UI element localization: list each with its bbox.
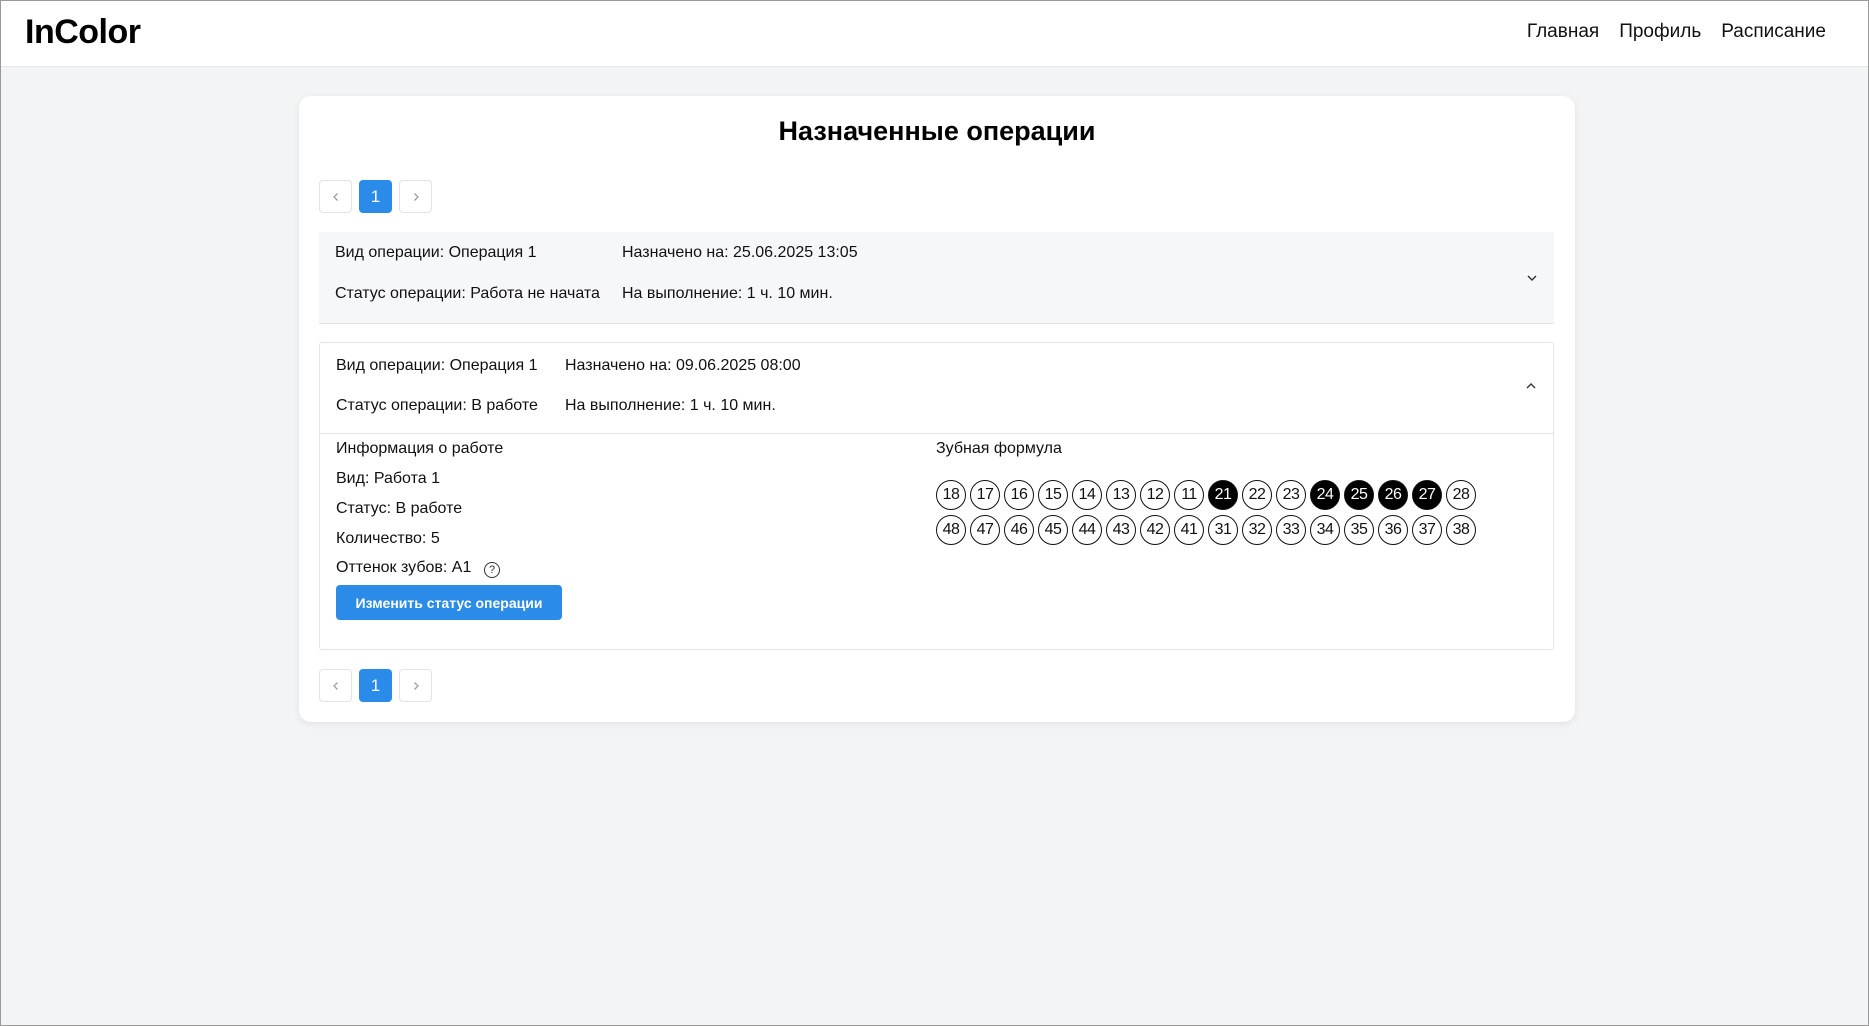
tooth-17[interactable]: 17 (970, 480, 1000, 510)
tooth-35[interactable]: 35 (1344, 515, 1374, 545)
tooth-23[interactable]: 23 (1276, 480, 1306, 510)
top-header: InColor Главная Профиль Расписание (1, 1, 1868, 67)
chevron-down-icon[interactable] (1526, 272, 1538, 284)
tooth-46[interactable]: 46 (1004, 515, 1034, 545)
chevron-right-icon (413, 192, 419, 201)
operation-type: Вид операции: Операция 1 (336, 357, 538, 374)
change-status-button[interactable]: Изменить статус операции (336, 585, 562, 620)
operation-status: Статус операции: Работа не начата (335, 285, 600, 302)
chevron-left-icon (332, 681, 338, 690)
tooth-43[interactable]: 43 (1106, 515, 1136, 545)
operation-row-expanded[interactable]: Вид операции: Операция 1 Назначено на: 0… (319, 342, 1554, 650)
operation-duration: На выполнение: 1 ч. 10 мин. (622, 285, 833, 302)
tooth-18[interactable]: 18 (936, 480, 966, 510)
prev-page-button[interactable] (319, 669, 352, 702)
work-status: Статус: В работе (336, 500, 463, 517)
app-logo[interactable]: InColor (25, 13, 141, 52)
upper-teeth-row: 18 17 16 15 14 13 12 11 21 22 23 24 25 26 27 28 (936, 480, 1476, 510)
tooth-31[interactable]: 31 (1208, 515, 1238, 545)
tooth-24[interactable]: 24 (1310, 480, 1340, 510)
nav-profile-link[interactable]: Профиль (1619, 21, 1701, 43)
nav-home-link[interactable]: Главная (1527, 21, 1599, 43)
operations-card: Назначенные операции 1 Вид операции: Опе… (299, 96, 1575, 722)
tooth-16[interactable]: 16 (1004, 480, 1034, 510)
work-quantity: Количество: 5 (336, 530, 440, 547)
pagination-top: 1 (319, 180, 432, 213)
nav-schedule-link[interactable]: Расписание (1721, 21, 1826, 43)
tooth-14[interactable]: 14 (1072, 480, 1102, 510)
page-1-button[interactable]: 1 (359, 669, 392, 702)
tooth-34[interactable]: 34 (1310, 515, 1340, 545)
tooth-36[interactable]: 36 (1378, 515, 1408, 545)
tooth-12[interactable]: 12 (1140, 480, 1170, 510)
dental-formula-title: Зубная формула (936, 440, 1062, 457)
chevron-right-icon (413, 681, 419, 690)
tooth-32[interactable]: 32 (1242, 515, 1272, 545)
tooth-37[interactable]: 37 (1412, 515, 1442, 545)
tooth-38[interactable]: 38 (1446, 515, 1476, 545)
work-kind: Вид: Работа 1 (336, 470, 440, 487)
tooth-13[interactable]: 13 (1106, 480, 1136, 510)
operation-assigned-at: Назначено на: 09.06.2025 08:00 (565, 357, 801, 374)
work-info-title: Информация о работе (336, 440, 504, 457)
tooth-shade: Оттенок зубов: A1 (336, 559, 472, 576)
tooth-21[interactable]: 21 (1208, 480, 1238, 510)
divider (320, 433, 1553, 434)
prev-page-button[interactable] (319, 180, 352, 213)
tooth-47[interactable]: 47 (970, 515, 1000, 545)
tooth-11[interactable]: 11 (1174, 480, 1204, 510)
operation-assigned-at: Назначено на: 25.06.2025 13:05 (622, 244, 858, 261)
tooth-42[interactable]: 42 (1140, 515, 1170, 545)
tooth-33[interactable]: 33 (1276, 515, 1306, 545)
tooth-26[interactable]: 26 (1378, 480, 1408, 510)
tooth-27[interactable]: 27 (1412, 480, 1442, 510)
question-circle-icon[interactable]: ? (484, 562, 500, 578)
tooth-25[interactable]: 25 (1344, 480, 1374, 510)
chevron-up-icon[interactable] (1525, 380, 1537, 392)
tooth-41[interactable]: 41 (1174, 515, 1204, 545)
tooth-15[interactable]: 15 (1038, 480, 1068, 510)
tooth-44[interactable]: 44 (1072, 515, 1102, 545)
main-nav: Главная Профиль Расписание (1527, 21, 1826, 43)
next-page-button[interactable] (399, 669, 432, 702)
tooth-45[interactable]: 45 (1038, 515, 1068, 545)
lower-teeth-row: 48 47 46 45 44 43 42 41 31 32 33 34 35 36 37 38 (936, 515, 1476, 545)
operation-duration: На выполнение: 1 ч. 10 мин. (565, 397, 776, 414)
dental-formula: 18 17 16 15 14 13 12 11 21 22 23 24 25 26 27 28 48 47 46 4… (936, 480, 1476, 550)
page-title: Назначенные операции (778, 116, 1096, 146)
pagination-bottom: 1 (319, 669, 432, 702)
next-page-button[interactable] (399, 180, 432, 213)
tooth-48[interactable]: 48 (936, 515, 966, 545)
operation-status: Статус операции: В работе (336, 397, 538, 414)
page-1-button[interactable]: 1 (359, 180, 392, 213)
chevron-left-icon (332, 192, 338, 201)
tooth-28[interactable]: 28 (1446, 480, 1476, 510)
tooth-22[interactable]: 22 (1242, 480, 1272, 510)
operation-row-collapsed[interactable]: Вид операции: Операция 1 Назначено на: 2… (319, 232, 1554, 324)
operation-type: Вид операции: Операция 1 (335, 244, 537, 261)
